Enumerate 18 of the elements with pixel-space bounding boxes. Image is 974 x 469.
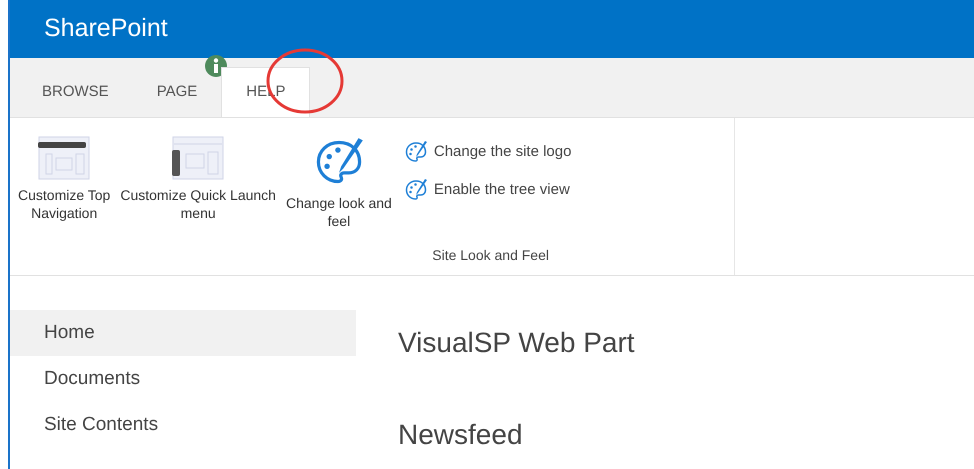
nav-link[interactable]: Home [10, 310, 356, 356]
ribbon-button[interactable]: Change the site logo [404, 140, 572, 164]
ribbon-tab[interactable]: BROWSE [18, 67, 133, 117]
nav-link[interactable]: Documents [10, 356, 356, 402]
ribbon-button[interactable]: Change look and feel [286, 136, 392, 245]
ribbon-button[interactable]: Customize Quick Launch menu [120, 136, 276, 245]
group-label: Site Look and Feel [431, 246, 549, 265]
ribbon-button[interactable]: Customize Top Navigation [18, 136, 110, 245]
palette-icon [404, 178, 428, 202]
ribbon-tab[interactable]: PAGE [132, 67, 222, 117]
quick-launch-icon [172, 136, 224, 180]
nav-link[interactable]: Site Contents [10, 402, 356, 448]
app-title: SharePoint [44, 13, 168, 44]
palette-icon [404, 140, 428, 164]
top-navigation-icon [38, 136, 90, 180]
section-heading: Newsfeed [398, 418, 524, 452]
ribbon-button[interactable]: Enable the tree view [404, 178, 572, 202]
section-heading: VisualSP Web Part [398, 326, 635, 360]
